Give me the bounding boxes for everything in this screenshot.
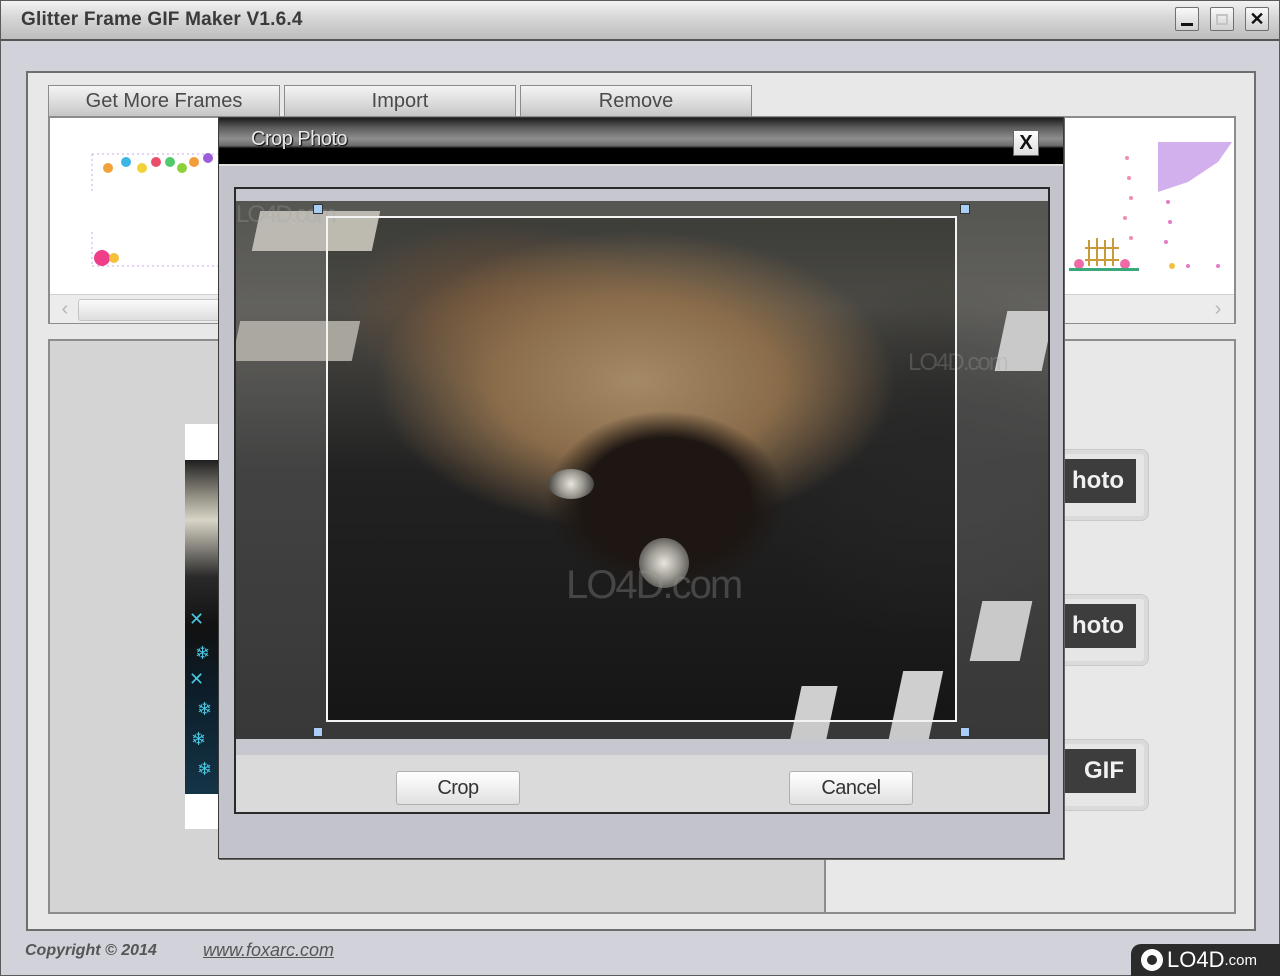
dialog-close-button[interactable]: X xyxy=(1013,130,1039,156)
maximize-button[interactable] xyxy=(1210,7,1234,31)
maximize-icon xyxy=(1216,13,1228,25)
frame-thumbnail-garden[interactable] xyxy=(1065,148,1145,274)
import-button[interactable]: Import xyxy=(284,85,516,116)
remove-button[interactable]: Remove xyxy=(520,85,752,116)
canvas-top-margin xyxy=(236,189,1048,201)
minimize-icon xyxy=(1181,22,1193,26)
lo4d-brand: LO4D xyxy=(1167,947,1225,972)
dialog-title: Crop Photo xyxy=(251,128,348,150)
scroll-right-icon[interactable]: › xyxy=(1207,298,1229,320)
snowflake-icon: ✕ xyxy=(189,609,205,629)
snowflake-icon: ✕ xyxy=(189,669,205,689)
close-icon: X xyxy=(1019,132,1033,154)
frame-thumbnail-hearts[interactable] xyxy=(86,142,226,272)
snowflake-icon: ❄ xyxy=(195,643,211,663)
crop-selection[interactable] xyxy=(326,216,957,722)
cat-photo[interactable]: LO4D.com LO4D.com LO4D.com xyxy=(236,201,1048,739)
crop-handle-top-left[interactable] xyxy=(313,204,323,214)
scroll-left-icon[interactable]: ‹ xyxy=(54,298,76,320)
close-icon: ✕ xyxy=(1249,8,1265,29)
snowflake-icon: ❄ xyxy=(191,729,207,749)
crop-button[interactable]: Crop xyxy=(396,771,520,805)
app-window: Glitter Frame GIF Maker V1.6.4 ✕ Get Mor… xyxy=(0,0,1280,976)
canvas-bottom-margin xyxy=(236,739,1048,755)
snowflake-icon: ❄ xyxy=(197,759,213,779)
dialog-title-bar[interactable]: Crop Photo X xyxy=(219,118,1063,166)
crop-handle-top-right[interactable] xyxy=(960,204,970,214)
frame-thumbnail-purple[interactable] xyxy=(1158,142,1232,272)
crop-area: LO4D.com LO4D.com LO4D.com xyxy=(234,187,1050,814)
garden-frame-image xyxy=(1069,156,1139,271)
title-bar: Glitter Frame GIF Maker V1.6.4 ✕ xyxy=(1,1,1279,41)
lo4d-suffix: .com xyxy=(1224,951,1257,969)
crop-handle-bottom-left[interactable] xyxy=(313,727,323,737)
snowflake-icon: ❄ xyxy=(197,699,213,719)
crop-photo-dialog: Crop Photo X LO4D.com LO4D.com LO4D.com xyxy=(218,117,1064,859)
cancel-button[interactable]: Cancel xyxy=(789,771,913,805)
minimize-button[interactable] xyxy=(1175,7,1199,31)
website-link[interactable]: www.foxarc.com xyxy=(203,940,334,961)
hearts-frame-image xyxy=(91,153,222,267)
lo4d-badge: LO4D .com xyxy=(1131,944,1280,976)
copyright-text: Copyright © 2014 xyxy=(25,942,157,959)
purple-frame-image xyxy=(1158,142,1232,269)
close-button[interactable]: ✕ xyxy=(1245,7,1269,31)
app-title: Glitter Frame GIF Maker V1.6.4 xyxy=(21,9,303,30)
crop-handle-bottom-right[interactable] xyxy=(960,727,970,737)
lo4d-logo-icon xyxy=(1141,949,1163,971)
get-more-frames-button[interactable]: Get More Frames xyxy=(48,85,280,116)
